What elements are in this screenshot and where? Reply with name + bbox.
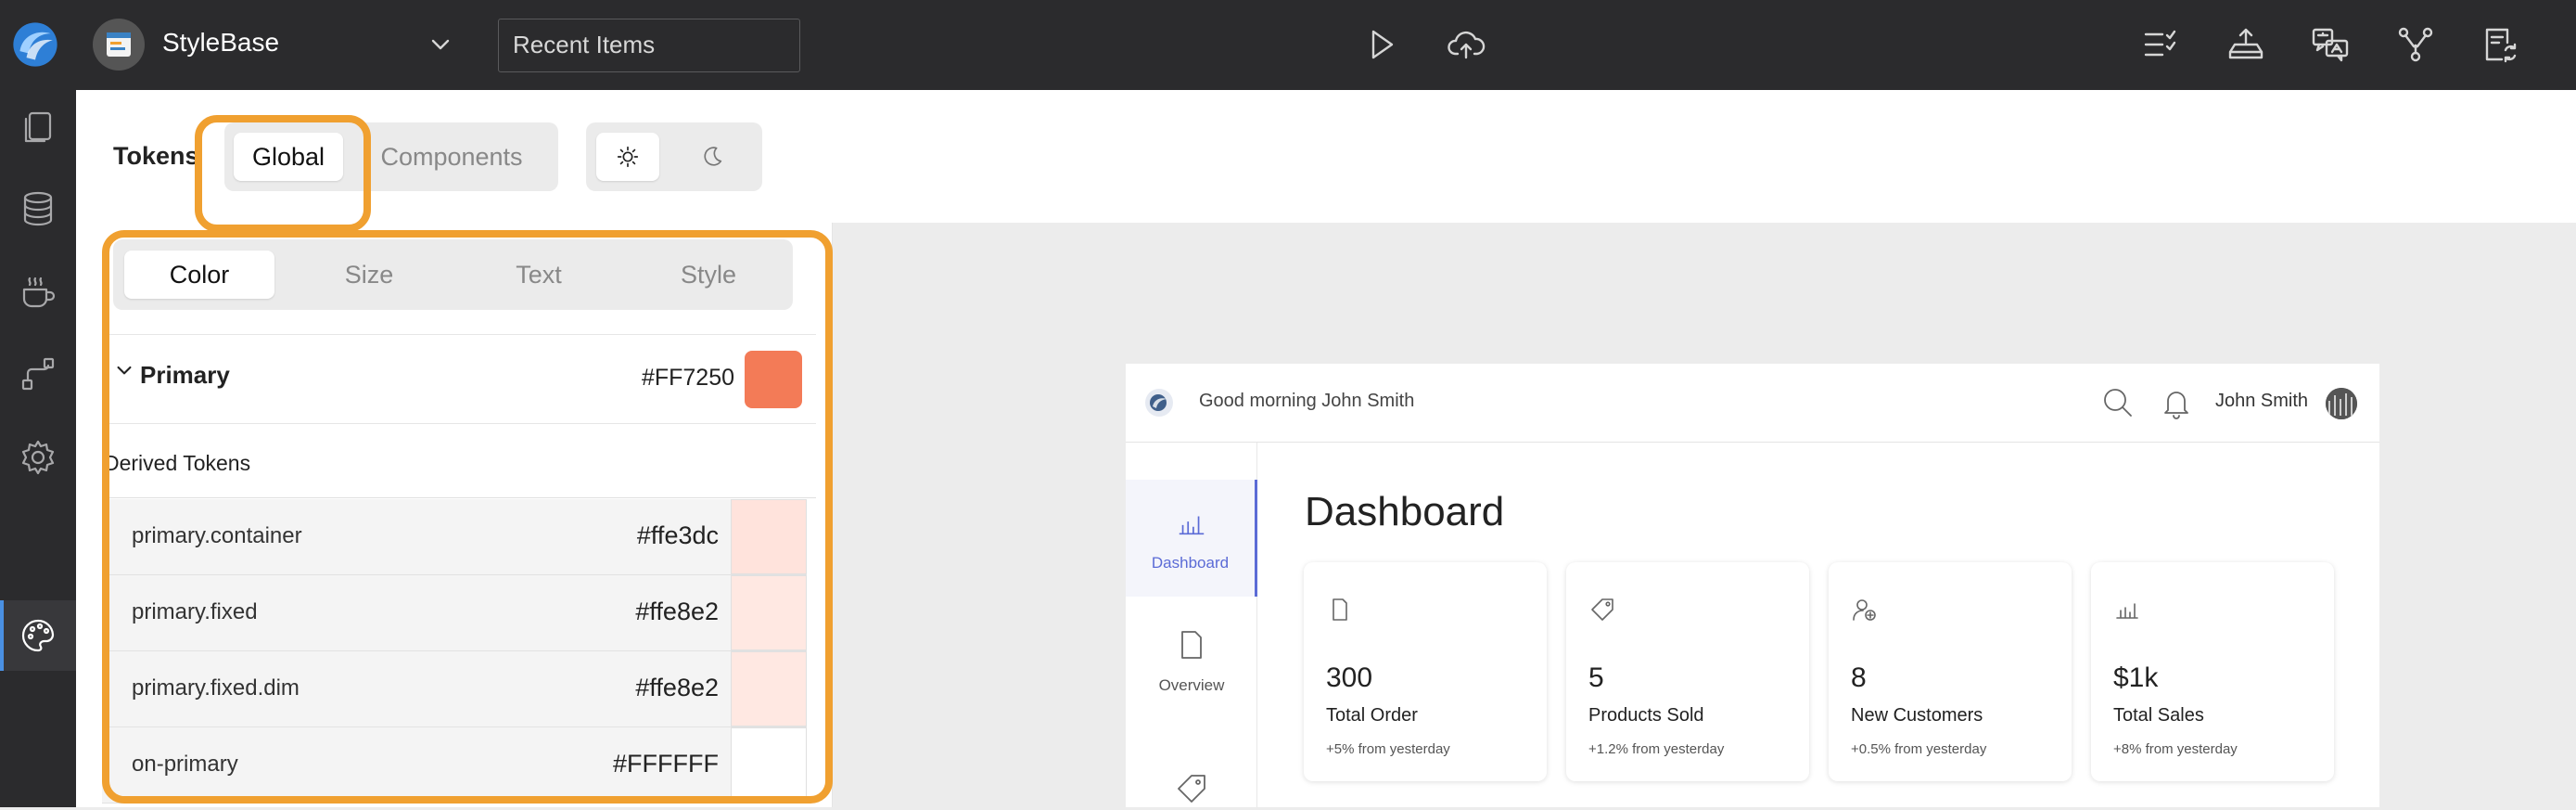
stat-value: 300 [1326,662,1373,693]
moon-icon [704,147,722,166]
chevron-down-icon[interactable] [414,19,466,71]
bell-icon[interactable] [2160,386,2193,419]
tokens-title: Tokens [113,142,199,170]
project-icon[interactable] [93,19,145,71]
page-title: Dashboard [1305,489,1505,534]
settings-icon[interactable] [12,431,64,483]
tag-icon[interactable] [1175,772,1208,805]
document-sync-icon[interactable] [2474,19,2526,71]
light-mode-button[interactable] [596,133,659,181]
document-icon [1326,596,1356,625]
add-user-icon [1851,596,1881,625]
bar-chart-icon [1179,516,1205,535]
workflow-icon[interactable] [12,348,64,400]
stat-card[interactable]: 5 Products Sold +1.2% from yesterday [1566,562,1809,781]
stat-change: +5% from yesterday [1326,741,1450,757]
document-icon [1181,631,1202,659]
left-rail [0,90,76,807]
bar-chart-icon [2113,596,2143,625]
recent-items-select[interactable]: Recent Items [498,19,800,72]
tab-components[interactable]: Components [363,133,540,181]
checklist-icon[interactable] [2135,19,2187,71]
nav-label: Overview [1158,676,1225,694]
stat-card[interactable]: 8 New Customers +0.5% from yesterday [1829,562,2072,781]
nav-label: Dashboard [1151,554,1230,572]
stat-label: Products Sold [1588,705,1704,726]
play-icon[interactable] [1356,19,1408,71]
stat-value: 5 [1588,662,1604,693]
nav-item-dashboard[interactable]: Dashboard [1126,480,1257,597]
sun-icon [617,146,639,168]
stat-label: New Customers [1851,705,1983,726]
dashboard-preview: Good morning John Smith John Smith Dashb… [1126,364,2379,807]
stat-label: Total Sales [2113,705,2204,726]
dark-mode-button[interactable] [681,133,744,181]
nav-item-overview[interactable]: Overview [1126,619,1257,721]
highlight-token-panel [102,230,833,804]
search-icon[interactable] [2101,386,2135,419]
stat-change: +8% from yesterday [2113,741,2238,757]
coffee-icon[interactable] [12,266,64,318]
top-bar: StyleBase Recent Items [0,0,2576,90]
stat-card[interactable]: $1k Total Sales +8% from yesterday [2091,562,2334,781]
preview-logo-icon [1144,388,1174,418]
stat-card[interactable]: 300 Total Order +5% from yesterday [1304,562,1547,781]
greeting-text: Good morning John Smith [1199,391,1415,411]
stat-change: +1.2% from yesterday [1588,741,1725,757]
pages-icon[interactable] [12,101,64,153]
stat-value: $1k [2113,662,2159,693]
cloud-upload-icon[interactable] [1440,19,1492,71]
translate-icon[interactable] [2304,19,2356,71]
database-icon[interactable] [12,183,64,235]
palette-icon[interactable] [12,610,64,662]
stat-change: +0.5% from yesterday [1851,741,1987,757]
stat-label: Total Order [1326,705,1418,726]
theme-mode-control [586,122,762,191]
tag-icon [1588,596,1618,625]
share-nodes-icon[interactable] [2390,19,2442,71]
app-name: StyleBase [162,28,280,57]
app-logo-icon[interactable] [9,19,61,71]
user-name[interactable]: John Smith [2215,391,2308,412]
highlight-global-tab [195,115,371,232]
avatar[interactable] [2326,388,2357,419]
stat-value: 8 [1851,662,1867,693]
upload-tray-icon[interactable] [2220,19,2272,71]
